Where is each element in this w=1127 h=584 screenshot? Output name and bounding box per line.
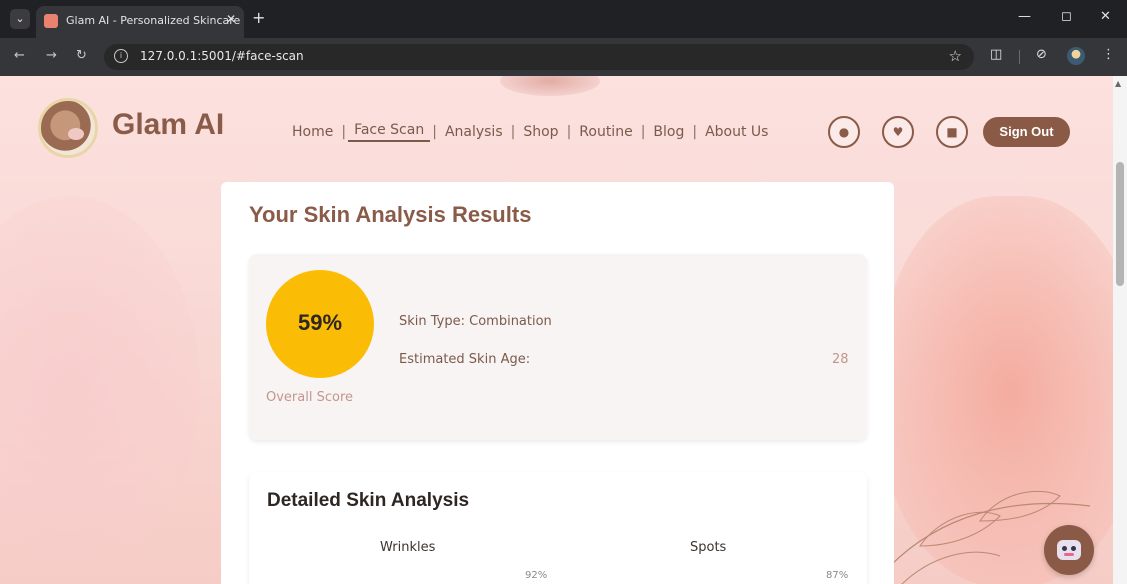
toolbar-divider (1019, 50, 1020, 64)
metric-label-wrinkles: Wrinkles (380, 540, 436, 555)
logo-flower-icon (68, 128, 84, 140)
url-text[interactable]: 127.0.0.1:5001/#face-scan (140, 49, 304, 63)
overall-score-value: 59% (297, 310, 343, 335)
robot-eye (1071, 546, 1076, 551)
tab-title: Glam AI - Personalized Skincare (66, 14, 241, 27)
back-arrow-icon[interactable]: ← (14, 48, 25, 63)
maximize-button[interactable]: ◻ (1061, 9, 1072, 24)
extensions-icon[interactable]: ◫ (990, 47, 1002, 62)
user-icon[interactable]: ● (828, 116, 860, 148)
robot-icon (1057, 540, 1081, 560)
close-window-button[interactable]: ✕ (1100, 9, 1111, 24)
bag-icon[interactable]: ■ (936, 116, 968, 148)
page-scrollbar[interactable]: ▲ (1113, 76, 1127, 584)
nav-about-us[interactable]: About Us (699, 124, 774, 140)
main-nav: Home | Face Scan | Analysis | Shop | Rou… (286, 122, 774, 142)
brand-name[interactable]: Glam AI (112, 108, 224, 142)
scrollbar-thumb[interactable] (1116, 162, 1124, 286)
metric-value-spots: 87% (826, 570, 849, 581)
overall-score-circle: 59% (266, 270, 374, 378)
robot-eye (1062, 546, 1067, 551)
robot-mouth (1064, 553, 1074, 556)
background-watercolor (0, 196, 200, 576)
tab-close-icon[interactable]: ✕ (226, 12, 236, 26)
nav-home[interactable]: Home (286, 124, 339, 140)
nav-separator: | (341, 124, 347, 140)
browser-toolbar: ← → ↻ i 127.0.0.1:5001/#face-scan ☆ ◫ ⊘ … (0, 38, 1127, 76)
browser-tab[interactable]: Glam AI - Personalized Skincare ✕ (36, 6, 244, 38)
nav-separator: | (692, 124, 698, 140)
nav-separator: | (510, 124, 516, 140)
detailed-analysis-title: Detailed Skin Analysis (267, 490, 470, 511)
metric-value-wrinkles: 92% (525, 570, 548, 581)
skin-age-label: Estimated Skin Age: (399, 352, 531, 367)
forward-arrow-icon[interactable]: → (46, 48, 57, 63)
nav-separator: | (566, 124, 572, 140)
site-favicon-icon (44, 14, 58, 28)
browser-tab-bar: ⌄ Glam AI - Personalized Skincare ✕ + — … (0, 0, 1127, 38)
page-viewport: Glam AI Home | Face Scan | Analysis | Sh… (0, 76, 1113, 584)
minimize-button[interactable]: — (1018, 9, 1031, 24)
nav-separator: | (432, 124, 437, 140)
profile-avatar-icon[interactable] (1067, 47, 1085, 65)
metric-label-spots: Spots (690, 540, 727, 555)
reload-icon[interactable]: ↻ (76, 48, 87, 63)
scroll-up-icon[interactable]: ▲ (1115, 79, 1121, 88)
nav-separator: | (640, 124, 646, 140)
score-summary-panel: 59% Overall Score Skin Type: Combination… (249, 254, 867, 440)
bookmark-star-icon[interactable]: ☆ (949, 47, 962, 65)
heart-icon[interactable]: ♥ (882, 116, 914, 148)
performance-icon[interactable]: ⊘ (1036, 47, 1047, 62)
browser-menu-icon[interactable]: ⋮ (1102, 47, 1115, 62)
brand-logo[interactable] (38, 98, 98, 158)
nav-routine[interactable]: Routine (573, 124, 638, 140)
nav-shop[interactable]: Shop (517, 124, 564, 140)
results-card: Your Skin Analysis Results 59% Overall S… (221, 182, 894, 584)
tab-search-button[interactable]: ⌄ (10, 9, 30, 29)
nav-face-scan[interactable]: Face Scan (348, 122, 431, 142)
new-tab-button[interactable]: + (252, 8, 265, 27)
site-info-icon[interactable]: i (114, 49, 128, 63)
detailed-analysis-panel: Detailed Skin Analysis Wrinkles 92% Spot… (249, 472, 867, 584)
results-title: Your Skin Analysis Results (249, 202, 532, 227)
nav-analysis[interactable]: Analysis (439, 124, 509, 140)
nav-blog[interactable]: Blog (647, 124, 690, 140)
address-bar[interactable]: i 127.0.0.1:5001/#face-scan ☆ (104, 44, 974, 70)
background-watercolor (500, 76, 600, 96)
chatbot-button[interactable] (1044, 525, 1094, 575)
overall-score-label: Overall Score (266, 390, 354, 405)
skin-age-value: 28 (832, 352, 849, 367)
sign-out-button[interactable]: Sign Out (983, 117, 1070, 147)
skin-type-text: Skin Type: Combination (399, 314, 552, 329)
